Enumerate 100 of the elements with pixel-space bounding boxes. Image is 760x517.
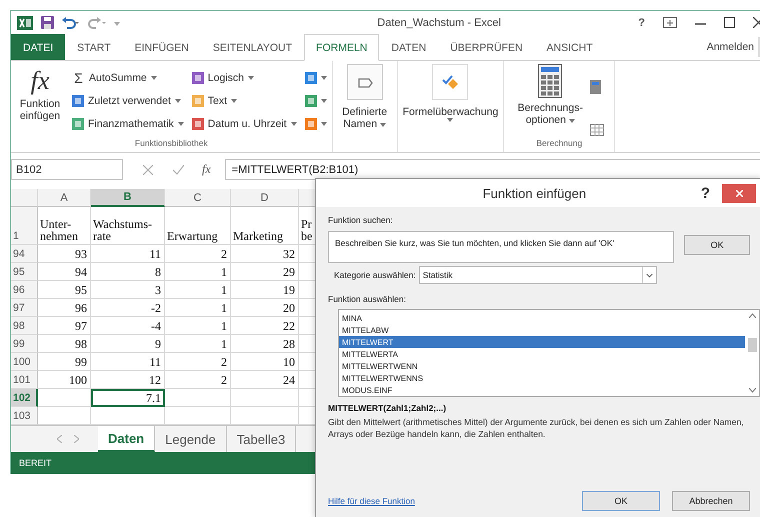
function-item[interactable]: MITTELABW (339, 324, 745, 336)
row-header[interactable]: 103 (11, 407, 38, 425)
function-category-button[interactable]: Logisch (190, 68, 299, 88)
sheet-grid-icon[interactable] (590, 124, 604, 136)
table-cell: Erwartung (165, 207, 231, 245)
table-cell: 97 (38, 317, 91, 335)
caret-icon (231, 98, 238, 103)
column-header[interactable]: B (91, 189, 165, 207)
scroll-down-icon[interactable] (748, 388, 756, 393)
function-category-button[interactable]: Datum u. Uhrzeit (190, 114, 299, 134)
caret-icon (320, 76, 327, 80)
row-header[interactable]: 94 (11, 245, 38, 263)
function-item[interactable]: MITTELWERTWENNS (339, 372, 745, 384)
caret-icon (320, 122, 327, 126)
row-header[interactable]: 99 (11, 335, 38, 353)
function-category-button[interactable]: Text (190, 90, 299, 111)
caret-icon (447, 118, 454, 122)
table-cell: 96 (38, 299, 91, 317)
row-header[interactable]: 96 (11, 281, 38, 299)
caret-icon (380, 123, 386, 127)
table-cell: 12 (91, 371, 165, 389)
table-cell: 29 (231, 263, 299, 281)
caret-icon (320, 98, 327, 103)
calculator-icon (538, 64, 562, 98)
function-item[interactable]: MITTELWERT (339, 336, 745, 348)
table-cell: 1 (165, 335, 231, 353)
sheet-tab[interactable]: Daten (98, 426, 156, 452)
table-cell: 100 (38, 371, 91, 389)
close-icon (736, 190, 742, 196)
app-logo-icon (17, 16, 33, 30)
row-header[interactable]: 95 (11, 263, 38, 281)
redo-icon[interactable] (88, 16, 106, 28)
check-icon[interactable] (173, 164, 184, 174)
function-item[interactable]: MINA (339, 312, 745, 324)
calculation-options-button[interactable]: Berechnungs- optionen (514, 64, 586, 138)
table-cell: 24 (231, 371, 299, 389)
formula-auditing-button[interactable]: Formelüberwachung (400, 64, 500, 138)
table-cell: -4 (91, 317, 165, 335)
undo-icon[interactable] (62, 16, 80, 28)
insert-function-button[interactable]: fx Funktion einfügen (14, 64, 66, 138)
table-cell: 1 (165, 317, 231, 335)
row-header[interactable]: 1 (11, 207, 38, 245)
name-box[interactable]: B102 (11, 159, 123, 180)
column-header[interactable]: C (165, 189, 231, 207)
next-sheet-icon[interactable] (74, 435, 79, 443)
column-header[interactable]: A (38, 189, 91, 207)
status-text: BEREIT (19, 458, 52, 468)
scrollbar-thumb[interactable] (748, 338, 756, 352)
function-category-button[interactable]: Σ AutoSumme (70, 68, 186, 88)
column-header[interactable]: D (231, 189, 299, 207)
previous-sheet-icon[interactable] (57, 435, 62, 443)
close-button[interactable] (722, 184, 756, 202)
table-cell (38, 389, 91, 407)
table-cell: 9 (91, 335, 165, 353)
category-select[interactable]: Statistik (418, 266, 657, 284)
table-cell: 22 (231, 317, 299, 335)
window-title: Daten_Wachstum - Excel (376, 16, 502, 28)
help-button[interactable]: ? (700, 184, 710, 202)
table-cell: 93 (38, 245, 91, 263)
ribbon-tab[interactable]: FORMELN (304, 34, 380, 61)
maximize-icon[interactable] (724, 17, 735, 28)
function-item[interactable]: MODUS.EINF (339, 384, 745, 396)
function-description: Gibt den Mittelwert (arithmetisches Mittel) der Argumente zurück, bei denen es sich um Zahlen oder Namen, Arrays oder Bezüge handeln kann, die Zahlen enthalten. (328, 416, 745, 440)
sign-in-link[interactable]: Anmelden (706, 41, 754, 53)
caret-icon (178, 122, 184, 126)
dialog-button[interactable]: OK (582, 491, 660, 511)
row-header[interactable]: 98 (11, 317, 38, 335)
row-header[interactable]: 101 (11, 371, 38, 389)
dialog-button[interactable]: Abbrechen (672, 491, 750, 511)
table-cell: 7.1 (91, 389, 165, 407)
scroll-up-icon[interactable] (748, 313, 756, 318)
table-cell: 10 (231, 353, 299, 371)
table-cell: 8 (91, 263, 165, 281)
table-cell: 11 (91, 245, 165, 263)
search-field[interactable]: Beschreiben Sie kurz, was Sie tun möchten, und klicken Sie dann auf 'OK' (328, 231, 674, 263)
table-cell: 1 (165, 299, 231, 317)
function-category-button[interactable]: Finanzmathematik (70, 114, 186, 134)
row-header[interactable]: 97 (11, 299, 38, 317)
table-cell: 28 (231, 335, 299, 353)
function-item[interactable]: MITTELWERTWENN (339, 360, 745, 372)
insert-function-button[interactable]: fx (202, 162, 211, 177)
row-header[interactable]: 100 (11, 353, 38, 371)
function-signature: MITTELWERT(Zahl1;Zahl2;...) (328, 403, 448, 413)
save-icon[interactable] (41, 16, 54, 29)
help-link[interactable]: Hilfe für diese Funktion (328, 496, 415, 506)
search-ok-button[interactable]: OK (684, 235, 750, 255)
column-header[interactable] (299, 189, 316, 207)
function-item[interactable]: MITTELWERTA (339, 348, 745, 360)
calculator-icon[interactable] (590, 80, 602, 94)
row-header[interactable]: 102 (11, 389, 38, 407)
help-button[interactable]: ? (638, 16, 645, 28)
function-category-button[interactable]: Zuletzt verwendet (70, 90, 186, 111)
ribbon-tab[interactable]: DATEI (11, 34, 66, 60)
caret-icon (568, 119, 575, 123)
customize-icon[interactable] (114, 20, 120, 26)
cancel-icon[interactable] (143, 164, 153, 174)
defined-names-button[interactable]: Definierte Namen (336, 64, 394, 138)
table-cell: 11 (91, 353, 165, 371)
ribbon-display-icon[interactable] (663, 17, 677, 28)
field-label: Kategorie auswählen: (334, 270, 416, 280)
